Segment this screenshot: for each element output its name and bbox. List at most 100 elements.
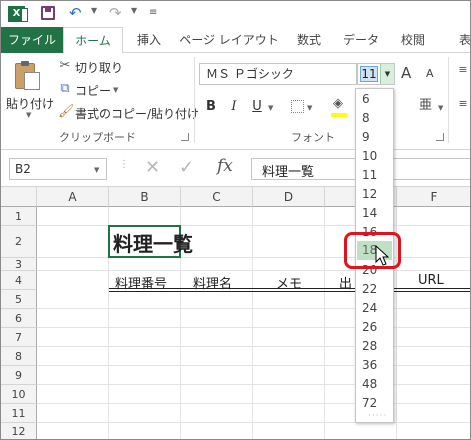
font-size-option[interactable]: 6 <box>357 90 392 109</box>
fill-color-icon[interactable]: ◈ <box>331 97 345 111</box>
grid-line <box>37 422 470 423</box>
cut-button[interactable]: 切り取り <box>75 59 123 76</box>
undo-icon[interactable]: ↶ <box>69 3 82 23</box>
cancel-icon[interactable]: ✕ <box>145 157 160 178</box>
paste-icon[interactable] <box>15 61 40 90</box>
tab-formulas[interactable]: 数式 <box>289 27 329 53</box>
column-header-a[interactable]: A <box>37 187 109 207</box>
title-bar: X ↶ ▼ ↷ ▼ ≡ <box>1 1 470 27</box>
sheet-title-cell[interactable]: 料理一覧 <box>113 228 193 257</box>
row-header[interactable]: 6 <box>1 309 37 328</box>
font-size-option[interactable]: 14 <box>357 204 392 223</box>
align-left-icon[interactable]: ≡ <box>456 97 470 111</box>
row-header[interactable]: 12 <box>1 423 37 439</box>
mouse-cursor-icon <box>375 245 390 266</box>
font-size-option[interactable]: 9 <box>357 128 392 147</box>
border-dropdown-icon[interactable]: ▼ <box>307 104 312 112</box>
copy-button[interactable]: コピー <box>75 82 111 99</box>
border-icon[interactable] <box>291 100 304 113</box>
name-box-dropdown-icon[interactable]: ▼ <box>94 166 99 174</box>
insert-function-icon[interactable]: fx <box>217 156 233 176</box>
underline-button[interactable]: U <box>248 97 266 117</box>
paste-button[interactable]: 貼り付け <box>6 95 54 112</box>
font-size-option[interactable]: 22 <box>357 280 392 299</box>
worksheet-grid[interactable]: A B C D E F 1 2 3 4 5 6 7 8 9 10 11 12 <box>1 187 470 439</box>
tab-insert[interactable]: 挿入 <box>129 27 169 53</box>
header-cell-memo[interactable]: メモ <box>276 273 302 292</box>
phonetic-guide-icon[interactable]: 亜 <box>419 94 432 113</box>
font-size-option[interactable]: 8 <box>357 109 392 128</box>
save-icon[interactable] <box>41 6 55 20</box>
bold-button[interactable]: B <box>202 97 220 117</box>
redo-icon[interactable]: ↷ <box>109 3 122 23</box>
header-border <box>109 291 470 292</box>
header-cell-recipe-name[interactable]: 料理名 <box>193 273 232 292</box>
customize-qat-icon[interactable]: ≡ <box>149 3 157 23</box>
highlight-annotation <box>344 232 401 269</box>
row-header[interactable]: 9 <box>1 366 37 385</box>
font-size-option[interactable]: 28 <box>357 337 392 356</box>
row-header[interactable]: 7 <box>1 328 37 347</box>
redo-dropdown-icon[interactable]: ▼ <box>131 6 137 15</box>
font-name-combo[interactable]: ＭＳ Ｐゴシック <box>199 63 357 85</box>
italic-button[interactable]: I <box>225 97 243 117</box>
header-cell-source[interactable]: 出 <box>339 273 352 292</box>
font-size-option[interactable]: 12 <box>357 185 392 204</box>
row-header[interactable]: 1 <box>1 207 37 226</box>
enter-icon[interactable]: ✓ <box>179 157 194 178</box>
ribbon: 貼り付け ▼ ✂ 切り取り ⧉ コピー ▼ 🖌 書式のコピー/貼り付け クリップ… <box>1 53 470 150</box>
undo-dropdown-icon[interactable]: ▼ <box>91 6 97 15</box>
align-top-icon[interactable]: ≡ <box>456 64 470 81</box>
font-size-option[interactable]: 26 <box>357 318 392 337</box>
excel-app-icon[interactable]: X <box>8 6 28 22</box>
format-painter-icon: 🖌 <box>58 104 75 119</box>
grid-line <box>37 365 470 366</box>
column-header-f[interactable]: F <box>397 187 470 207</box>
header-cell-url[interactable]: URL <box>418 273 444 288</box>
underline-dropdown-icon[interactable]: ▼ <box>268 104 273 112</box>
row-header[interactable]: 10 <box>1 385 37 404</box>
row-header[interactable]: 3 <box>1 258 37 271</box>
row-header[interactable]: 2 <box>1 226 37 258</box>
row-header[interactable]: 8 <box>1 347 37 366</box>
tab-page-layout[interactable]: ページ レイアウト <box>179 27 279 53</box>
phonetic-dropdown-icon[interactable]: ▼ <box>438 104 443 112</box>
grid-line <box>37 270 470 271</box>
tab-file[interactable]: ファイル <box>1 27 63 53</box>
tab-review[interactable]: 校閲 <box>393 27 433 53</box>
copy-dropdown-icon[interactable]: ▼ <box>113 86 118 94</box>
grid-line <box>252 207 253 439</box>
font-dialog-launcher-icon[interactable] <box>436 133 444 141</box>
column-header-d[interactable]: D <box>253 187 325 207</box>
font-size-dropdown-icon[interactable]: ▼ <box>380 64 394 84</box>
row-header[interactable]: 11 <box>1 404 37 423</box>
row-header[interactable]: 5 <box>1 290 37 309</box>
font-size-combo[interactable]: 11 ▼ <box>357 63 395 85</box>
copy-icon: ⧉ <box>60 81 70 96</box>
grid-line <box>324 207 325 439</box>
fill-color-swatch <box>331 113 347 117</box>
tab-data[interactable]: データ <box>339 27 383 53</box>
tab-view[interactable]: 表 <box>453 27 470 53</box>
grow-font-icon[interactable]: A <box>401 64 411 82</box>
font-size-option[interactable]: 11 <box>357 166 392 185</box>
group-separator <box>194 57 195 143</box>
column-header-b[interactable]: B <box>109 187 181 207</box>
tab-home[interactable]: ホーム <box>63 27 123 54</box>
paste-dropdown-icon[interactable]: ▼ <box>26 111 31 119</box>
resize-grip-icon[interactable]: ····· <box>368 411 387 421</box>
row-header[interactable]: 4 <box>1 271 37 290</box>
column-header-c[interactable]: C <box>181 187 253 207</box>
font-size-option[interactable]: 36 <box>357 356 392 375</box>
grid-line <box>37 257 470 258</box>
header-cell-recipe-id[interactable]: 料理番号 <box>115 273 167 292</box>
select-all-corner[interactable] <box>1 187 37 207</box>
grid-line <box>37 308 470 309</box>
format-painter-button[interactable]: 書式のコピー/貼り付け <box>75 105 199 122</box>
font-size-option[interactable]: 48 <box>357 375 392 394</box>
name-box[interactable]: B2 <box>9 158 107 180</box>
font-size-option[interactable]: 10 <box>357 147 392 166</box>
clipboard-dialog-launcher-icon[interactable] <box>181 133 189 141</box>
font-size-option[interactable]: 24 <box>357 299 392 318</box>
shrink-font-icon[interactable]: A <box>426 67 434 80</box>
